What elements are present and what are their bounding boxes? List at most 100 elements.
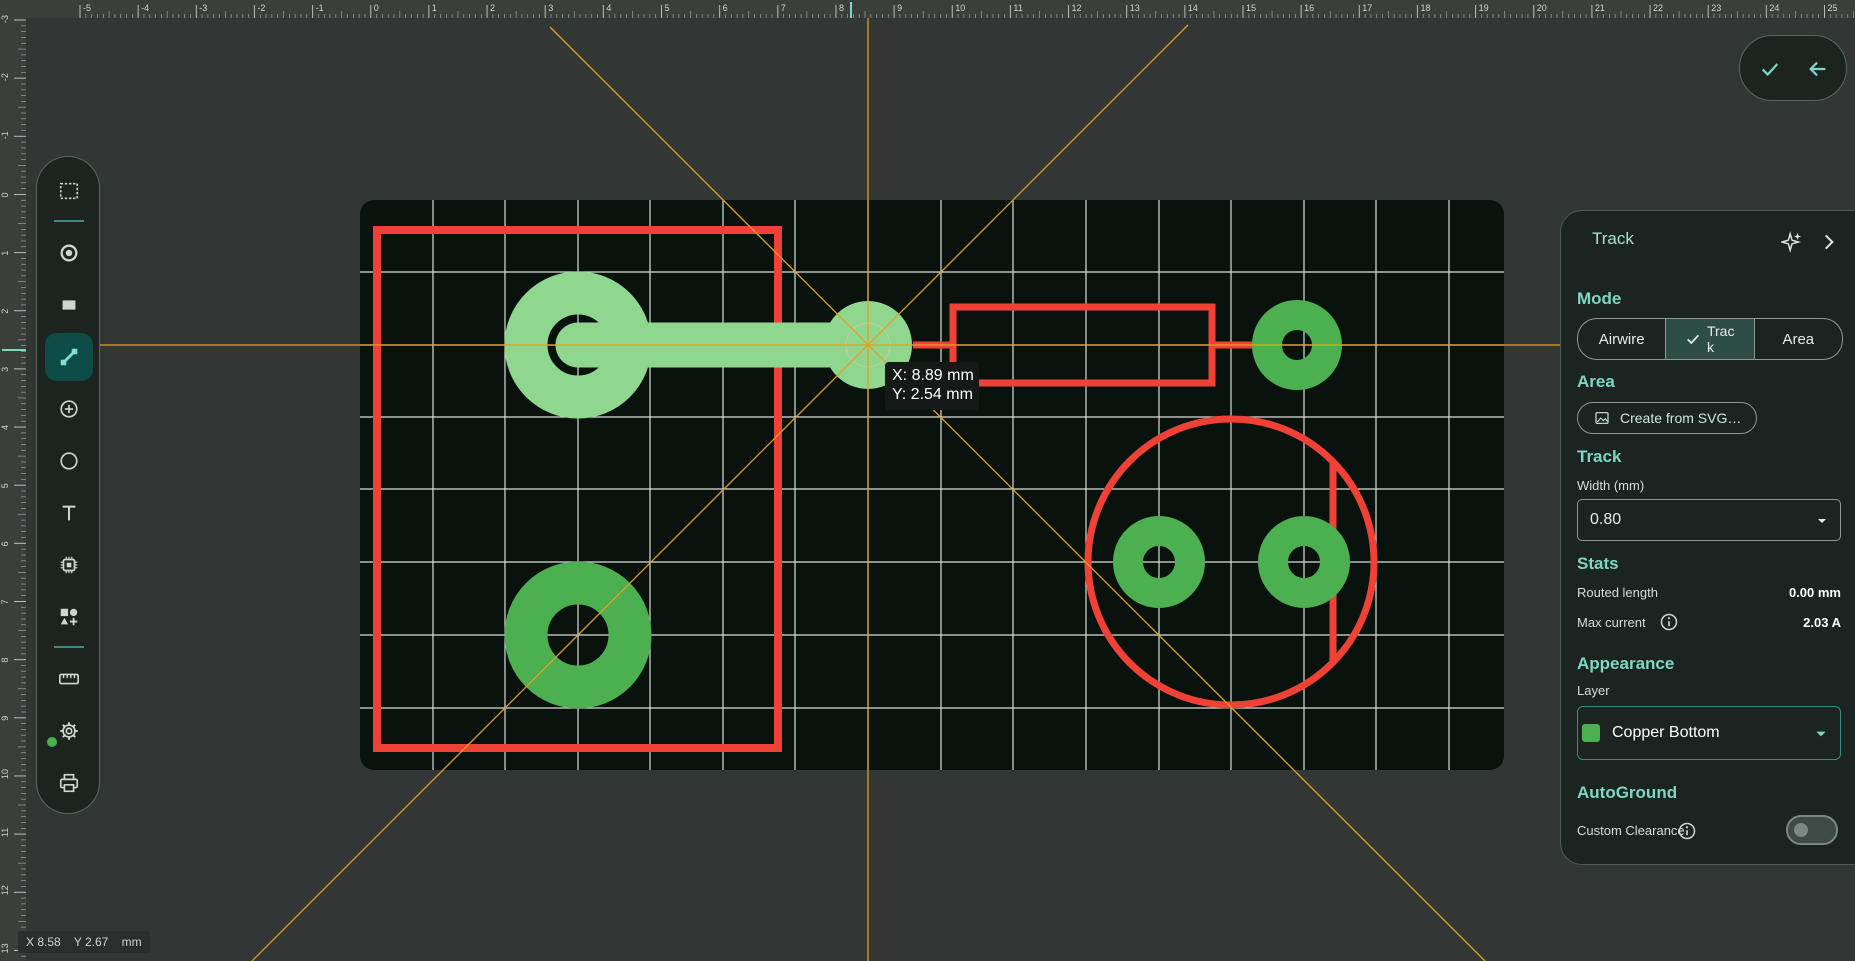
ruler-tick-label: 16	[1304, 3, 1314, 13]
add-circle-icon	[60, 400, 78, 418]
ruler-tick-label: 3	[548, 3, 553, 13]
track-icon	[60, 348, 78, 366]
chip-icon	[60, 556, 78, 574]
ruler-tick-label: -4	[141, 3, 149, 13]
pad-tool[interactable]	[45, 229, 93, 277]
cursor-coordinate-tooltip: X: 8.89 mm Y: 2.54 mm	[885, 362, 979, 410]
text-icon	[62, 505, 76, 521]
info-icon[interactable]	[1677, 821, 1697, 841]
ruler-tick-label: -3	[199, 3, 207, 13]
ruler-tick-label: 4	[606, 3, 611, 13]
connection-status-dot	[47, 737, 57, 747]
ruler-tick-label: 12	[1072, 3, 1082, 13]
ruler-tick-label: 8	[0, 658, 10, 663]
ruler-tick-label: 5	[0, 483, 10, 488]
text-tool[interactable]	[45, 489, 93, 537]
pad-icon	[60, 244, 78, 262]
width-label: Width (mm)	[1577, 478, 1645, 493]
layer-label: Layer	[1577, 683, 1610, 698]
mode-option-airwire[interactable]: Airwire	[1578, 319, 1667, 359]
circle-tool[interactable]	[45, 437, 93, 485]
mode-option-area[interactable]: Area	[1755, 319, 1842, 359]
back-button[interactable]	[1798, 49, 1838, 89]
ruler-tick-label: 7	[0, 599, 10, 604]
ruler-tick-label: 3	[0, 367, 10, 372]
custom-clearance-label: Custom Clearance	[1577, 823, 1685, 838]
layer-value: Copper Bottom	[1612, 724, 1720, 741]
ruler-tick-label: 2	[0, 309, 10, 314]
status-y: Y 2.67	[73, 935, 109, 949]
track-heading: Track	[1577, 447, 1622, 466]
ruler-tick-label: 1	[0, 251, 10, 256]
mode-option-track[interactable]: Track	[1666, 319, 1755, 359]
shapes-tool[interactable]	[45, 593, 93, 641]
ruler-tick-label: 25	[1828, 3, 1838, 13]
ruler-tick-label: 19	[1479, 3, 1489, 13]
toolbar-divider	[54, 220, 84, 222]
mode-heading: Mode	[1577, 289, 1622, 308]
auto-route-button[interactable]	[1779, 231, 1803, 258]
ruler-left: -3 -2 -1 0 1 2 3 4 5 6 7 8 9 10 11 12 13	[0, 0, 26, 961]
ruler-tick-label: 10	[0, 769, 10, 779]
ruler-tick-label: 20	[1537, 3, 1547, 13]
sparkle-icon	[1779, 231, 1802, 253]
ruler-tick-label: 4	[0, 425, 10, 430]
create-from-svg-button[interactable]: Create from SVG…	[1577, 402, 1757, 434]
shapes-icon	[60, 608, 78, 626]
cursor-position-status: X 8.58 Y 2.67 mm	[18, 931, 150, 953]
add-via-tool[interactable]	[45, 385, 93, 433]
custom-clearance-toggle[interactable]	[1786, 815, 1838, 845]
check-icon	[1761, 63, 1779, 77]
confirm-button[interactable]	[1750, 49, 1790, 89]
appearance-heading: Appearance	[1577, 654, 1675, 673]
circle-icon	[60, 452, 78, 470]
rectangle-icon	[62, 300, 76, 310]
edit-actions	[1739, 35, 1847, 101]
rectangle-tool[interactable]	[45, 281, 93, 329]
toolbar-divider	[54, 646, 84, 648]
ruler-icon	[59, 673, 79, 685]
collapse-panel-button[interactable]	[1819, 231, 1839, 258]
area-heading: Area	[1577, 372, 1615, 391]
panel-title: Track	[1592, 229, 1634, 248]
ruler-tick-label: 6	[0, 541, 10, 546]
ruler-tick-label: 23	[1711, 3, 1721, 13]
ruler-tick-label: -5	[83, 3, 91, 13]
ruler-tick-label: -2	[0, 73, 10, 81]
ruler-tick-label: 21	[1595, 3, 1605, 13]
image-icon	[1595, 412, 1609, 424]
ruler-tick-label: 15	[1246, 3, 1256, 13]
status-x: X 8.58	[26, 935, 61, 949]
track-tool[interactable]	[45, 333, 93, 381]
ruler-tick-label: 9	[0, 716, 10, 721]
ruler-tick-label: 6	[723, 3, 728, 13]
select-rectangle-tool[interactable]	[45, 167, 93, 215]
ruler-tick-label: 17	[1362, 3, 1372, 13]
print-button[interactable]	[45, 759, 93, 807]
cursor-x-readout: X: 8.89 mm	[892, 367, 974, 384]
stats-heading: Stats	[1577, 554, 1619, 573]
ruler-tick-label: 10	[955, 3, 965, 13]
layer-select[interactable]: Copper Bottom	[1577, 706, 1841, 760]
ruler-tick-label: 22	[1653, 3, 1663, 13]
ruler-tick-label: -2	[257, 3, 265, 13]
ruler-tick-label: 9	[897, 3, 902, 13]
layer-color-swatch	[1582, 724, 1600, 742]
track-width-select[interactable]: 0.80	[1577, 499, 1841, 541]
info-icon[interactable]	[1659, 612, 1679, 632]
chevron-right-icon	[1824, 234, 1834, 250]
max-current-row: Max current 2.03 A	[1577, 612, 1841, 632]
ruler-tick-label: 18	[1420, 3, 1430, 13]
ruler-tick-label: -3	[0, 15, 10, 23]
measure-tool[interactable]	[45, 655, 93, 703]
print-icon	[59, 773, 79, 793]
track-properties-panel: Track Mode Airwire Track Area Area Creat…	[1560, 210, 1855, 865]
ruler-tick-label: 11	[1013, 3, 1022, 13]
settings-button[interactable]	[45, 707, 93, 755]
ruler-tick-label: 14	[1188, 3, 1198, 13]
autoground-heading: AutoGround	[1577, 783, 1678, 802]
component-tool[interactable]	[45, 541, 93, 589]
ruler-tick-label: 5	[665, 3, 670, 13]
track-width-value: 0.80	[1590, 511, 1622, 528]
ruler-tick-label: 13	[0, 943, 10, 953]
